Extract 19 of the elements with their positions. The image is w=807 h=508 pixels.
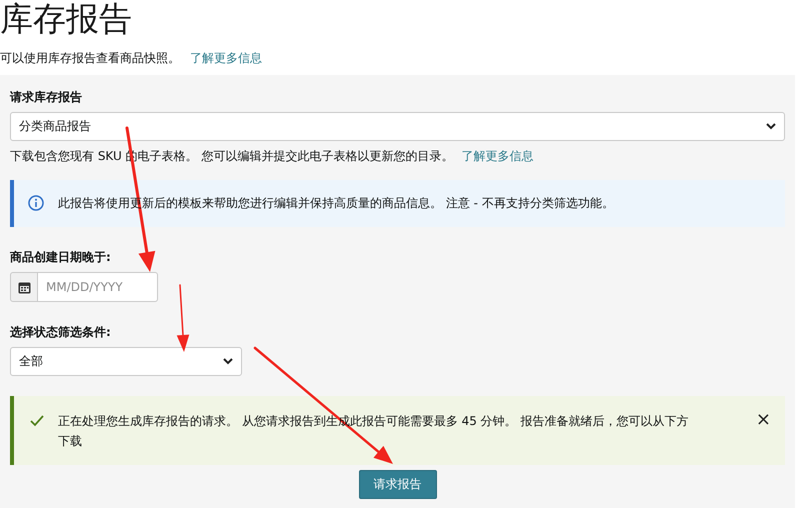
- field-label: 选择状态筛选条件:: [10, 324, 112, 341]
- date-input-field[interactable]: MM/DD/YYYY: [38, 272, 158, 302]
- info-icon: [28, 195, 44, 211]
- learn-more-link[interactable]: 了解更多信息: [190, 50, 262, 66]
- learn-more-link[interactable]: 了解更多信息: [461, 148, 534, 165]
- intro-text: 可以使用库存报告查看商品快照。: [0, 50, 180, 66]
- field-label: 请求库存报告: [10, 89, 83, 106]
- request-report-button[interactable]: 请求报告: [358, 470, 436, 499]
- page-title: 库存报告: [0, 0, 133, 40]
- close-button[interactable]: ×: [756, 411, 771, 429]
- field-label: 商品创建日期晚于:: [10, 249, 112, 266]
- calendar-icon: [18, 280, 30, 294]
- chevron-down-icon: [223, 358, 233, 365]
- chevron-down-icon: [766, 123, 776, 130]
- checkmark-icon: [30, 415, 44, 427]
- annotation-arrow: [176, 284, 190, 352]
- report-type-select[interactable]: 分类商品报告: [10, 112, 785, 141]
- status-filter-select[interactable]: 全部: [10, 347, 242, 376]
- calendar-button[interactable]: [10, 272, 38, 302]
